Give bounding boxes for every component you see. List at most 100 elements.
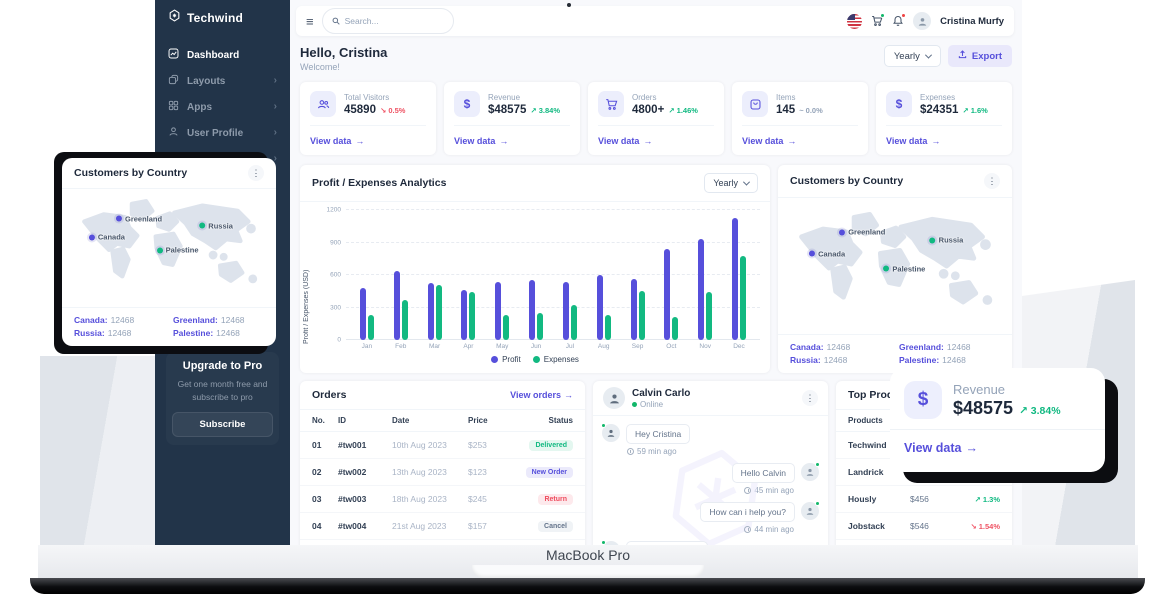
bar-group (722, 210, 756, 340)
country-stat: Canada12468 (74, 315, 165, 325)
kebab-menu-icon[interactable]: ⋮ (802, 390, 818, 406)
online-dot-icon (815, 462, 820, 467)
view-data-link[interactable]: View data→ (598, 136, 652, 146)
search-icon (332, 12, 340, 30)
trend-indicator: ~ 0.0% (799, 106, 823, 115)
country-stat: Greenland12468 (899, 342, 1000, 352)
bar-group (350, 210, 384, 340)
trend-indicator: ↗ 3.84% (530, 106, 560, 115)
techwind-logo-icon (168, 9, 181, 27)
map-marker-palestine: Palestine (157, 246, 199, 255)
chat-messages: Hey Cristina 59 min ago Hello Calvin 45 … (593, 416, 828, 545)
product-row: Jobstack$546↘ 1.54% (836, 513, 1012, 540)
bar (698, 239, 704, 340)
hamburger-menu-icon[interactable]: ≡ (306, 15, 314, 28)
bar (394, 271, 400, 340)
stat-card-revenue: $ Revenue $48575↗ 3.84% View data→ (444, 82, 580, 155)
dollar-icon: $ (904, 381, 942, 419)
cart-notification-dot (880, 13, 885, 18)
brand-logo[interactable]: Techwind (155, 0, 290, 36)
users-icon (310, 91, 336, 117)
kebab-menu-icon[interactable]: ⋮ (984, 173, 1000, 189)
period-select[interactable]: Yearly (884, 45, 941, 67)
chat-contact-name: Calvin Carlo (632, 388, 795, 400)
country-stat: Russia12468 (74, 328, 165, 338)
user-avatar[interactable] (913, 12, 931, 30)
techwind-watermark-icon (653, 436, 778, 545)
sidebar-item-apps[interactable]: Apps › (155, 94, 290, 120)
trend-indicator: ↗ 1.6% (962, 106, 987, 115)
bar (495, 282, 501, 341)
stat-card-orders: Orders 4800+↗ 1.46% View data→ (588, 82, 724, 155)
page-subtitle: Welcome! (300, 62, 387, 72)
stat-card-total-visitors: Total Visitors 45890↘ 0.5% View data→ (300, 82, 436, 155)
country-stat: Palestine12468 (173, 328, 264, 338)
view-data-link[interactable]: View data→ (310, 136, 364, 146)
view-data-link[interactable]: View data→ (886, 136, 940, 146)
order-row: 02#tw00213th Aug 2023$123New Order (300, 459, 585, 486)
bar (529, 280, 535, 340)
bar (461, 290, 467, 340)
subscribe-button[interactable]: Subscribe (172, 412, 273, 437)
map-marker-russia: Russia (930, 236, 964, 245)
status-badge: Cancel (538, 521, 573, 532)
x-axis-labels: JanFebMarAprMayJunJulAugSepOctNovDec (346, 340, 760, 350)
sidebar-item-dashboard[interactable]: Dashboard (155, 42, 290, 68)
notifications-button[interactable] (892, 15, 904, 27)
chat-message: How can i help you? (602, 502, 819, 522)
world-map: CanadaGreenlandRussiaPalestine (62, 189, 276, 307)
view-data-link[interactable]: View data→ (904, 441, 978, 455)
country-stat: Canada12468 (790, 342, 891, 352)
search-input[interactable] (345, 16, 444, 26)
stat-card-items: Items 145~ 0.0% View data→ (732, 82, 868, 155)
kebab-menu-icon[interactable]: ⋮ (248, 165, 264, 181)
order-row: 03#tw00318th Aug 2023$245Return (300, 486, 585, 513)
online-dot-icon (632, 402, 637, 407)
arrow-right-icon: → (564, 390, 573, 400)
search-box[interactable] (322, 8, 454, 34)
bar (402, 300, 408, 340)
bar-group (688, 210, 722, 340)
page-title: Hello, Cristina (300, 45, 387, 60)
chevron-right-icon: › (274, 128, 277, 138)
sender-avatar (602, 424, 620, 442)
sidebar-item-layouts[interactable]: Layouts › (155, 68, 290, 94)
bar (605, 315, 611, 340)
view-data-link[interactable]: View data→ (742, 136, 796, 146)
brand-name: Techwind (187, 11, 243, 25)
y-axis-title: Profit / Expenses (USD) (303, 214, 310, 344)
order-row: 01#tw00110th Aug 2023$253Delivered (300, 432, 585, 459)
chat-status: Online (632, 400, 795, 409)
map-marker-greenland: Greenland (839, 228, 885, 237)
product-row: Hously$456↗ 1.3% (836, 486, 1012, 513)
us-flag-icon[interactable] (847, 14, 862, 29)
sidebar-item-user-profile[interactable]: User Profile › (155, 120, 290, 146)
arrow-right-icon: → (355, 136, 364, 146)
view-orders-link[interactable]: View orders→ (510, 390, 573, 400)
orders-table-header: No.IDDatePriceStatus (300, 410, 585, 432)
chart-period-select[interactable]: Yearly (704, 173, 758, 193)
bar-group (587, 210, 621, 340)
export-button[interactable]: Export (948, 45, 1012, 67)
sidebar-nav: Dashboard Layouts › Apps › User Profile … (155, 36, 290, 178)
user-name[interactable]: Cristina Murfy (940, 16, 1004, 27)
bar-group (519, 210, 553, 340)
bar-chart: Profit / Expenses (USD) 03006009001200 J… (300, 202, 770, 369)
bar (360, 288, 366, 340)
bar (537, 313, 543, 340)
view-data-link[interactable]: View data→ (454, 136, 508, 146)
chevron-down-icon (925, 51, 932, 58)
bar (597, 275, 603, 340)
customers-country-overlay-card: Customers by Country ⋮ CanadaGreenlandRu… (62, 158, 276, 346)
apps-grid-icon (168, 100, 179, 114)
orders-card: Orders View orders→ No.IDDatePriceStatus… (300, 381, 585, 545)
chat-contact-avatar (603, 387, 625, 409)
cart-button[interactable] (871, 15, 883, 27)
bar (639, 291, 645, 340)
webcam-dot (567, 3, 571, 7)
upgrade-text: Get one month free and subscribe to pro (176, 378, 269, 404)
map-card-title: Customers by Country (74, 167, 187, 179)
bar (563, 282, 569, 341)
online-dot-icon (601, 423, 606, 428)
trend-indicator: ↘ 0.5% (380, 106, 405, 115)
